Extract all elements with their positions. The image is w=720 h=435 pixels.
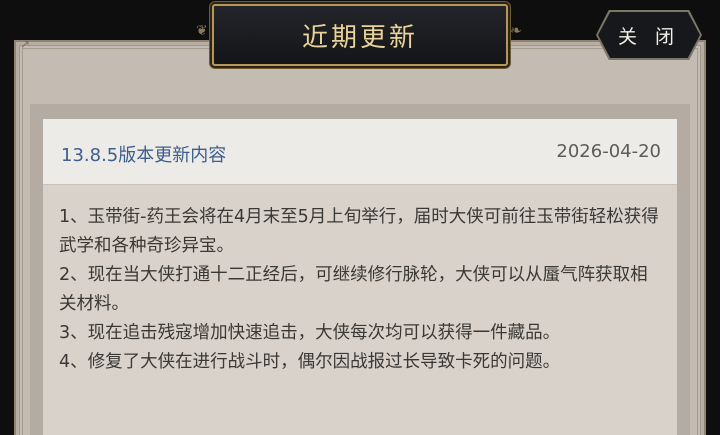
- update-card: 13.8.5版本更新内容 2026-04-20 1、玉带街-药王会将在4月末至5…: [43, 119, 677, 435]
- update-notes-list: 1、玉带街-药王会将在4月末至5月上旬举行，届时大侠可前往玉带街轻松获得武学和各…: [59, 203, 665, 377]
- update-card-header: 13.8.5版本更新内容 2026-04-20: [43, 119, 677, 185]
- title-right-ornament-icon: ❧: [510, 23, 522, 39]
- update-dialog: ↗ ❦ 近期更新 ❧ 关 闭 13.8.5版本更新内容 2026-04-20 1…: [0, 0, 720, 435]
- update-note: 2、现在当大侠打通十二正经后，可继续修行脉轮，大侠可以从蜃气阵获取相关材料。: [59, 265, 648, 314]
- update-note: 3、现在追击残寇增加快速追击，大侠每次均可以获得一件藏品。: [59, 323, 561, 343]
- version-date: 2026-04-20: [556, 141, 661, 162]
- title-plate: 近期更新: [212, 4, 508, 66]
- dialog-title: 近期更新: [301, 22, 418, 53]
- close-button[interactable]: 关 闭: [598, 12, 700, 58]
- update-note: 4、修复了大侠在进行战斗时，偶尔因战报过长导致卡死的问题。: [59, 352, 561, 372]
- version-title: 13.8.5版本更新内容: [61, 145, 227, 166]
- update-note: 1、玉带街-药王会将在4月末至5月上旬举行，届时大侠可前往玉带街轻松获得武学和各…: [59, 207, 659, 256]
- corner-ornament-icon: ↗: [20, 37, 31, 51]
- close-button-label: 关 闭: [617, 25, 681, 48]
